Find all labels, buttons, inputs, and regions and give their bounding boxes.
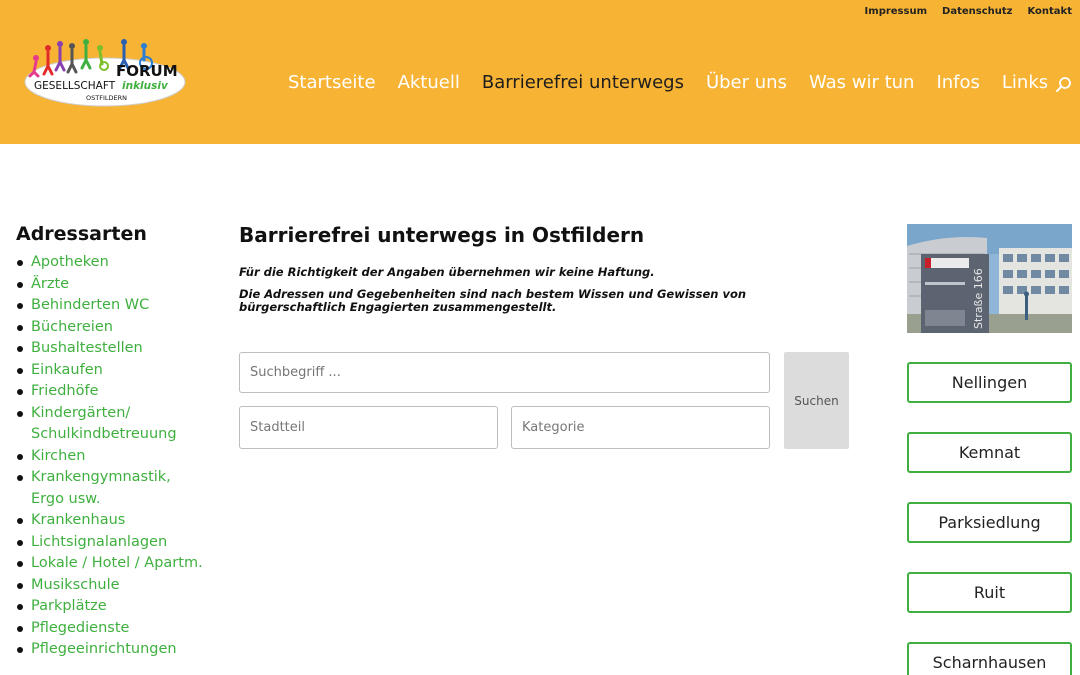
source-disclaimer: Die Adressen und Gegebenheiten sind nach…	[239, 286, 747, 314]
address-type-link[interactable]: Pflegedienste	[31, 620, 129, 636]
list-item: Büchereien	[16, 317, 206, 339]
sidebar-title: Adressarten	[16, 223, 147, 245]
address-type-link[interactable]: Lichtsignalanlagen	[31, 534, 167, 550]
topnav-kontakt[interactable]: Kontakt	[1027, 6, 1072, 17]
address-type-link[interactable]: Apotheken	[31, 254, 109, 270]
main-content: Barrierefrei unterwegs in Ostfildern Für…	[239, 222, 851, 323]
address-type-link[interactable]: Parkplätze	[31, 598, 107, 614]
list-item: Einkaufen	[16, 360, 206, 382]
site-header: Impressum Datenschutz Kontakt FORUM GESE…	[0, 0, 1080, 144]
district-button-nellingen[interactable]: Nellingen	[907, 362, 1072, 403]
search-icon[interactable]	[1055, 76, 1073, 94]
district-button-label: Nellingen	[951, 373, 1028, 392]
district-button-label: Kemnat	[958, 443, 1021, 462]
nav-ueber-uns[interactable]: Über uns	[706, 72, 787, 93]
search-input[interactable]	[239, 352, 770, 393]
page-title: Barrierefrei unterwegs in Ostfildern	[239, 223, 645, 247]
category-select[interactable]: Kategorie	[511, 406, 770, 449]
list-item: Bushaltestellen	[16, 338, 206, 360]
address-type-link[interactable]: Einkaufen	[31, 362, 103, 378]
district-button-label: Ruit	[973, 583, 1006, 602]
address-type-link[interactable]: Pflegeeinrichtungen	[31, 641, 177, 657]
list-item: Friedhöfe	[16, 381, 206, 403]
list-item: Krankenhaus	[16, 510, 206, 532]
list-item: Ärzte	[16, 274, 206, 296]
list-item: Parkplätze	[16, 596, 206, 618]
building-photo: Straße 166	[907, 224, 1072, 333]
site-logo[interactable]: FORUM GESELLSCHAFT inklusiv OSTFILDERN	[24, 36, 186, 108]
category-select-label: Kategorie	[522, 420, 585, 435]
address-type-link[interactable]: Kindergärten/ Schulkindbetreuung	[31, 405, 177, 443]
address-type-link[interactable]: Ärzte	[31, 276, 69, 292]
address-type-link[interactable]: Lokale / Hotel / Apartm.	[31, 555, 203, 571]
list-item: Lichtsignalanlagen	[16, 532, 206, 554]
nav-was-wir-tun[interactable]: Was wir tun	[809, 72, 915, 93]
list-item: Behinderten WC	[16, 295, 206, 317]
street-sign-text: Straße 166	[972, 268, 985, 329]
address-type-link[interactable]: Behinderten WC	[31, 297, 149, 313]
list-item: Pflegedienste	[16, 618, 206, 640]
district-button-label: Parksiedlung	[938, 513, 1041, 532]
logo-ostfildern-text: OSTFILDERN	[86, 94, 127, 102]
district-button-parksiedlung[interactable]: Parksiedlung	[907, 502, 1072, 543]
search-button[interactable]: Suchen	[784, 352, 849, 449]
district-button-ruit[interactable]: Ruit	[907, 572, 1072, 613]
logo-gesellschaft-text: GESELLSCHAFT	[34, 80, 116, 92]
district-select-label: Stadtteil	[250, 420, 305, 435]
top-navigation: Impressum Datenschutz Kontakt	[865, 6, 1072, 17]
address-types-sidebar: Adressarten Apotheken Ärzte Behinderten …	[16, 222, 206, 661]
district-button-kemnat[interactable]: Kemnat	[907, 432, 1072, 473]
address-type-link[interactable]: Musikschule	[31, 577, 120, 593]
nav-aktuell[interactable]: Aktuell	[398, 72, 460, 93]
nav-infos[interactable]: Infos	[936, 72, 979, 93]
topnav-datenschutz[interactable]: Datenschutz	[942, 6, 1012, 17]
nav-barrierefrei-unterwegs[interactable]: Barrierefrei unterwegs	[482, 72, 684, 93]
district-button-scharnhausen[interactable]: Scharnhausen	[907, 642, 1072, 675]
nav-links[interactable]: Links	[1002, 72, 1048, 93]
address-type-link[interactable]: Krankenhaus	[31, 512, 125, 528]
list-item: Musikschule	[16, 575, 206, 597]
address-type-list: Apotheken Ärzte Behinderten WC Büchereie…	[16, 252, 206, 661]
list-item: Pflegeeinrichtungen	[16, 639, 206, 661]
address-type-link[interactable]: Büchereien	[31, 319, 113, 335]
list-item: Lokale / Hotel / Apartm.	[16, 553, 206, 575]
address-type-link[interactable]: Kirchen	[31, 448, 85, 464]
address-type-link[interactable]: Friedhöfe	[31, 383, 99, 399]
list-item: Krankengymnastik, Ergo usw.	[16, 467, 206, 510]
liability-disclaimer: Für die Richtigkeit der Angaben übernehm…	[239, 265, 655, 279]
list-item: Kindergärten/ Schulkindbetreuung	[16, 403, 206, 446]
district-button-label: Scharnhausen	[932, 653, 1047, 672]
nav-startseite[interactable]: Startseite	[288, 72, 376, 93]
logo-forum-text: FORUM	[116, 62, 178, 80]
district-select[interactable]: Stadtteil	[239, 406, 498, 449]
list-item: Apotheken	[16, 252, 206, 274]
topnav-impressum[interactable]: Impressum	[865, 6, 927, 17]
logo-inklusiv-text: inklusiv	[122, 80, 169, 92]
address-type-link[interactable]: Krankengymnastik, Ergo usw.	[31, 469, 171, 507]
list-item: Kirchen	[16, 446, 206, 468]
address-type-link[interactable]: Bushaltestellen	[31, 340, 143, 356]
main-navigation: Startseite Aktuell Barrierefrei unterweg…	[288, 72, 1070, 93]
